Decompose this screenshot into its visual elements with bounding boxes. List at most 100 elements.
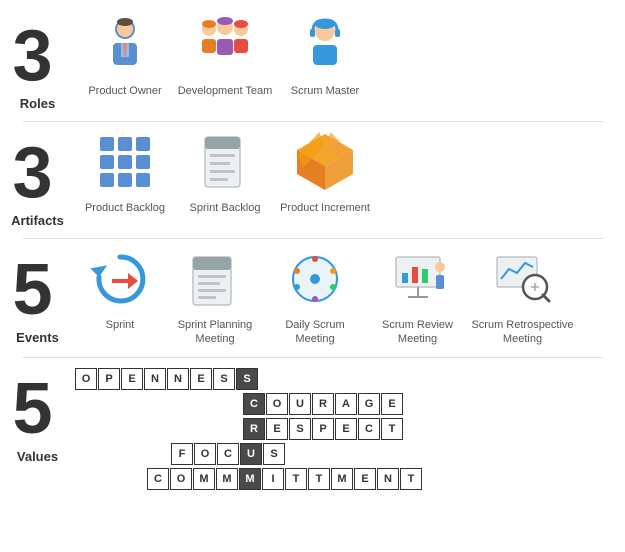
product-backlog-icon — [90, 127, 160, 197]
cw-N-commit: N — [377, 468, 399, 490]
scrum-retro-icon — [488, 244, 558, 314]
scrum-review-label: Scrum Review Meeting — [365, 318, 470, 347]
scrum-review-icon — [383, 244, 453, 314]
cw-E2-respect: E — [335, 418, 357, 440]
cw-F-focus: F — [171, 443, 193, 465]
values-number-col: 5 Values — [10, 363, 65, 464]
scrum-master-item: Scrum Master — [275, 10, 375, 98]
daily-scrum-label: Daily Scrum Meeting — [265, 318, 365, 347]
scrum-master-icon — [290, 10, 360, 80]
cw-O-courage: O — [266, 393, 288, 415]
cw-C-courage: C — [243, 393, 265, 415]
events-label: Events — [16, 330, 59, 345]
cw-E-courage: E — [381, 393, 403, 415]
values-number: 5 — [13, 373, 63, 445]
events-number-col: 5 Events — [10, 244, 65, 345]
cw-O-commit: O — [170, 468, 192, 490]
cw-T-respect: T — [381, 418, 403, 440]
cw-U-focus: U — [240, 443, 262, 465]
product-backlog-item: Product Backlog — [75, 127, 175, 215]
divider-2 — [23, 238, 603, 239]
divider-1 — [23, 121, 603, 122]
sprint-item: Sprint — [75, 244, 165, 332]
roles-label: Roles — [20, 96, 55, 111]
cw-M3-commit: M — [239, 468, 261, 490]
artifacts-items: Product Backlog Sprint Backlog — [65, 127, 615, 215]
cw-C-respect: C — [358, 418, 380, 440]
cw-E1: E — [121, 368, 143, 390]
cw-N1: N — [144, 368, 166, 390]
sprint-backlog-label: Sprint Backlog — [190, 201, 261, 215]
artifacts-section: 3 Artifacts — [0, 127, 625, 228]
roles-number: 3 — [13, 20, 63, 92]
daily-scrum-item: Daily Scrum Meeting — [265, 244, 365, 347]
scrum-retro-item: Scrum Retrospective Meeting — [470, 244, 575, 347]
artifacts-label: Artifacts — [11, 213, 64, 228]
cw-C-focus: C — [217, 443, 239, 465]
cw-U-courage: U — [289, 393, 311, 415]
cw-S-respect: S — [289, 418, 311, 440]
cw-E-commit: E — [354, 468, 376, 490]
values-label: Values — [17, 449, 58, 464]
page: 3 Roles — [0, 0, 625, 503]
sprint-icon — [85, 244, 155, 314]
crossword: O P E N N E S S C O U R — [65, 363, 615, 493]
development-team-label: Development Team — [178, 84, 273, 98]
sprint-backlog-item: Sprint Backlog — [175, 127, 275, 215]
cw-G-courage: G — [358, 393, 380, 415]
cw-O-focus: O — [194, 443, 216, 465]
cw-E2: E — [190, 368, 212, 390]
cw-E-respect: E — [266, 418, 288, 440]
product-owner-icon — [90, 10, 160, 80]
cw-P-respect: P — [312, 418, 334, 440]
product-owner-label: Product Owner — [88, 84, 161, 98]
cw-R-courage: R — [312, 393, 334, 415]
roles-section: 3 Roles — [0, 10, 625, 111]
cw-R-respect: R — [243, 418, 265, 440]
cw-O1: O — [75, 368, 97, 390]
sprint-backlog-icon — [190, 127, 260, 197]
respect-row: R E S P E C T — [75, 418, 615, 440]
events-section: 5 Events Sprint — [0, 244, 625, 347]
cw-T1-commit: T — [285, 468, 307, 490]
cw-M1-commit: M — [193, 468, 215, 490]
development-team-icon — [190, 10, 260, 80]
events-items: Sprint Sprint Planning Meeting — [65, 244, 615, 347]
divider-3 — [23, 357, 603, 358]
cw-M4-commit: M — [331, 468, 353, 490]
artifacts-number-col: 3 Artifacts — [10, 127, 65, 228]
roles-items: Product Owner — [65, 10, 615, 98]
cw-M2-commit: M — [216, 468, 238, 490]
roles-number-col: 3 Roles — [10, 10, 65, 111]
cw-I-commit: I — [262, 468, 284, 490]
cw-T2-commit: T — [308, 468, 330, 490]
daily-scrum-icon — [280, 244, 350, 314]
sprint-planning-item: Sprint Planning Meeting — [165, 244, 265, 347]
commitment-row: C O M M M I T T M E N T — [75, 468, 615, 490]
cw-S-focus: S — [263, 443, 285, 465]
cw-T3-commit: T — [400, 468, 422, 490]
scrum-retro-label: Scrum Retrospective Meeting — [470, 318, 575, 347]
focus-row: F O C U S — [75, 443, 615, 465]
cw-P: P — [98, 368, 120, 390]
cw-S-highlight: S — [236, 368, 258, 390]
product-backlog-label: Product Backlog — [85, 201, 165, 215]
sprint-planning-label: Sprint Planning Meeting — [165, 318, 265, 347]
scrum-master-label: Scrum Master — [291, 84, 359, 98]
values-section: 5 Values O P E N N E S S — [0, 363, 625, 493]
product-increment-item: Product Increment — [275, 127, 375, 215]
openness-row: O P E N N E S S — [75, 368, 615, 390]
product-increment-icon — [290, 127, 360, 197]
cw-C-commit: C — [147, 468, 169, 490]
sprint-label: Sprint — [106, 318, 135, 332]
scrum-review-item: Scrum Review Meeting — [365, 244, 470, 347]
cw-S-openness: S — [213, 368, 235, 390]
events-number: 5 — [13, 254, 63, 326]
cw-A-courage: A — [335, 393, 357, 415]
artifacts-number: 3 — [13, 137, 63, 209]
sprint-planning-icon — [180, 244, 250, 314]
product-owner-item: Product Owner — [75, 10, 175, 98]
product-increment-label: Product Increment — [280, 201, 370, 215]
development-team-item: Development Team — [175, 10, 275, 98]
cw-N2: N — [167, 368, 189, 390]
